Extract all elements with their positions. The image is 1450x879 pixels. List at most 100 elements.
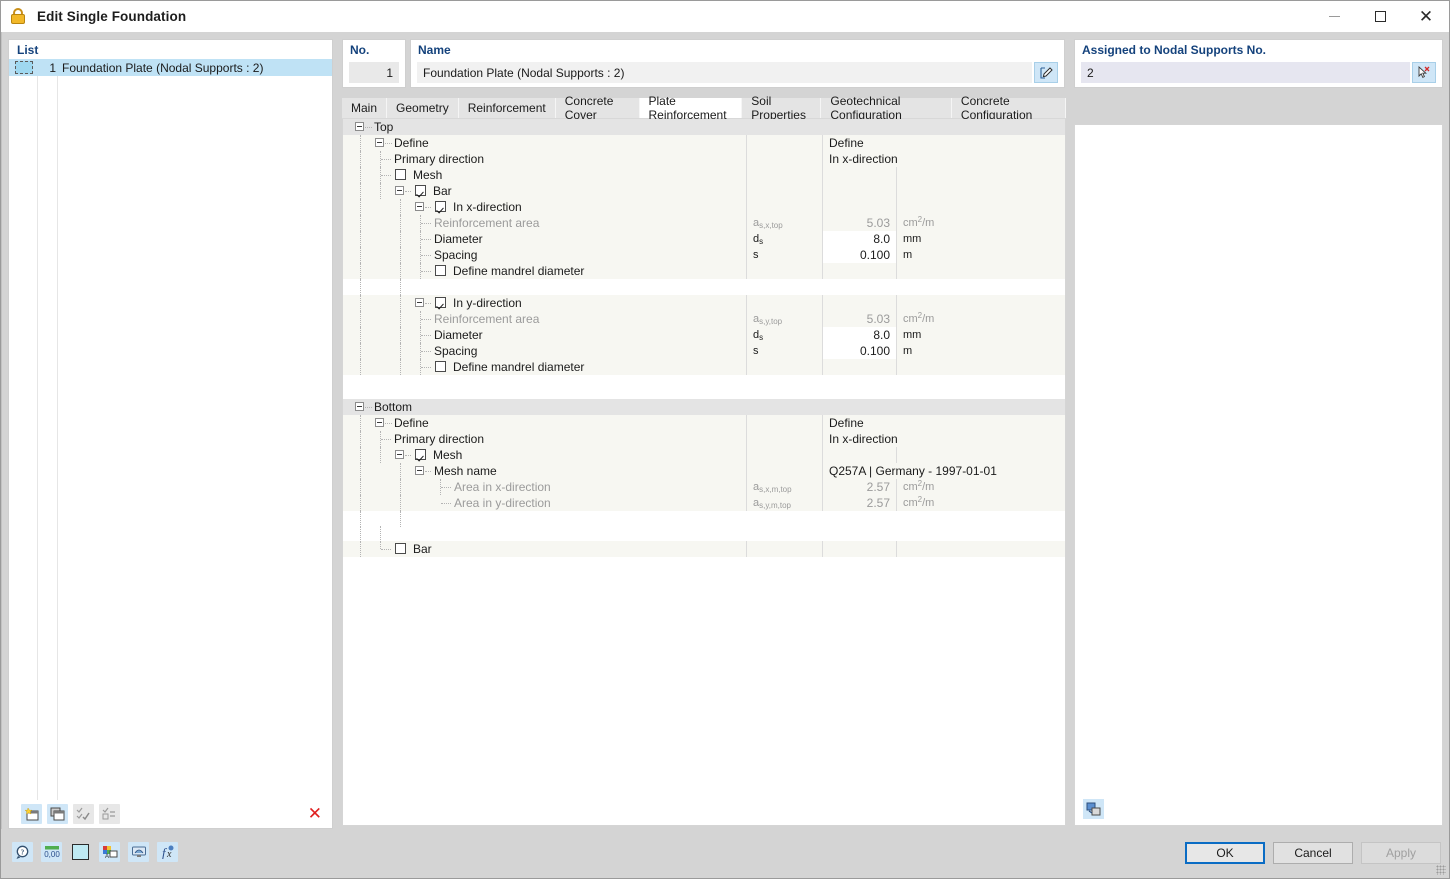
delete-item-button[interactable]: ✕ <box>308 804 322 824</box>
spacing-input[interactable]: 0.100 <box>822 247 896 263</box>
x-direction-checkbox[interactable] <box>435 201 446 212</box>
tree-row-top-group[interactable]: Top <box>343 119 1065 135</box>
tree-cell-value <box>822 199 896 215</box>
tree-row-bottom-primary-direction[interactable]: Primary direction In x-direction <box>343 431 1065 447</box>
visual-settings-icon[interactable] <box>128 842 149 862</box>
tree-cell-value: 2.57 <box>822 495 896 511</box>
tree-row-top-x-direction[interactable]: In x-direction <box>343 199 1065 215</box>
color-swatch-icon[interactable] <box>70 842 91 862</box>
tree-row-bottom-group[interactable]: Bottom <box>343 399 1065 415</box>
tab-geotechnical-configuration[interactable]: Geotechnical Configuration <box>821 94 952 122</box>
render-settings-icon[interactable] <box>1083 799 1104 819</box>
tree-cell-unit: cm 2/m <box>896 479 1063 495</box>
bar-checkbox[interactable] <box>415 185 426 196</box>
units-decimal-places-icon[interactable]: 0,00 <box>41 842 62 862</box>
list-item-label: Foundation Plate (Nodal Supports : 2) <box>62 60 264 75</box>
collapse-icon[interactable] <box>395 186 404 195</box>
mesh-name-value[interactable]: Q257A | Germany - 1997-01-01 <box>822 463 1065 479</box>
tree-row-bottom-bar[interactable]: Bar <box>343 541 1065 557</box>
tree-cell-value: 5.03 <box>822 215 896 231</box>
edit-name-icon[interactable] <box>1034 62 1058 83</box>
tree-cell-value[interactable]: In x-direction <box>822 151 1065 167</box>
formula-icon[interactable]: fx <box>157 842 178 862</box>
tree-row-top-y-spacing[interactable]: Spacing s 0.100 m <box>343 343 1065 359</box>
mesh-checkbox[interactable] <box>415 449 426 460</box>
tab-concrete-cover[interactable]: Concrete Cover <box>555 94 640 122</box>
diameter-input[interactable]: 8.0 <box>822 231 896 247</box>
name-input[interactable]: Foundation Plate (Nodal Supports : 2) <box>417 62 1032 83</box>
tab-concrete-configuration[interactable]: Concrete Configuration <box>951 94 1066 122</box>
tree-cell-label: Define <box>343 415 746 431</box>
tree-row-top-x-diameter[interactable]: Diameter ds 8.0 mm <box>343 231 1065 247</box>
tree-row-bottom-mesh-name[interactable]: Mesh name Q257A | Germany - 1997-01-01 <box>343 463 1065 479</box>
tree-row-bottom-mesh[interactable]: Mesh <box>343 447 1065 463</box>
collapse-icon[interactable] <box>415 298 424 307</box>
display-properties-icon[interactable]: A <box>99 842 120 862</box>
collapse-icon[interactable] <box>355 402 364 411</box>
tree-cell-symbol: ds <box>746 327 822 343</box>
tree-row-top-y-direction[interactable]: In y-direction <box>343 295 1065 311</box>
tree-row-top-y-mandrel[interactable]: Define mandrel diameter <box>343 359 1065 375</box>
copy-item-icon[interactable] <box>47 804 68 824</box>
tree-row-top-x-spacing[interactable]: Spacing s 0.100 m <box>343 247 1065 263</box>
tree-cell-label: Diameter <box>343 327 746 343</box>
assigned-input[interactable]: 2 <box>1081 62 1410 83</box>
area-x-label: Area in x-direction <box>454 480 551 494</box>
item-color-swatch[interactable] <box>15 61 33 74</box>
tab-geometry[interactable]: Geometry <box>387 98 459 118</box>
mesh-checkbox[interactable] <box>395 169 406 180</box>
collapse-icon[interactable] <box>395 450 404 459</box>
bar-checkbox[interactable] <box>395 543 406 554</box>
pick-node-icon[interactable] <box>1412 62 1436 83</box>
collapse-icon[interactable] <box>415 466 424 475</box>
resize-grip[interactable] <box>1436 865 1446 875</box>
tree-cell-value[interactable]: Define <box>822 135 1065 151</box>
collapse-icon[interactable] <box>375 418 384 427</box>
new-item-icon[interactable] <box>21 804 42 824</box>
number-input[interactable]: 1 <box>349 62 399 83</box>
footer-toolbar: ? 0,00 A fx <box>12 842 178 862</box>
tree-cell-unit <box>896 263 1063 279</box>
tree-cell-value <box>822 447 896 463</box>
list-item[interactable]: 1 Foundation Plate (Nodal Supports : 2) <box>9 59 332 76</box>
list-column-divider-2 <box>57 59 58 801</box>
cancel-button[interactable]: Cancel <box>1273 842 1353 864</box>
tree-cell-symbol <box>746 415 822 431</box>
collapse-icon[interactable] <box>355 122 364 131</box>
tree-row-top-y-diameter[interactable]: Diameter ds 8.0 mm <box>343 327 1065 343</box>
tree-row-bottom-define[interactable]: Define Define <box>343 415 1065 431</box>
tree-cell-label <box>343 279 746 295</box>
mandrel-diameter-checkbox[interactable] <box>435 265 446 276</box>
title-bar: Edit Single Foundation ✕ <box>1 1 1449 32</box>
minimize-button[interactable] <box>1311 1 1357 32</box>
tab-plate-reinforcement[interactable]: Plate Reinforcement <box>639 94 743 122</box>
spacing-input[interactable]: 0.100 <box>822 343 896 359</box>
tree-cell-label <box>343 526 746 542</box>
tree-cell-value[interactable]: In x-direction <box>822 431 1065 447</box>
tree-row-top-x-mandrel[interactable]: Define mandrel diameter <box>343 263 1065 279</box>
collapse-icon[interactable] <box>415 202 424 211</box>
maximize-button[interactable] <box>1357 1 1403 32</box>
window-buttons: ✕ <box>1311 1 1449 32</box>
svg-text:?: ? <box>20 848 24 856</box>
tree-cell-value <box>822 359 896 375</box>
collapse-icon[interactable] <box>375 138 384 147</box>
help-icon[interactable]: ? <box>12 842 33 862</box>
close-button[interactable]: ✕ <box>1403 1 1449 32</box>
tree-cell-label: Reinforcement area <box>343 311 746 327</box>
mandrel-diameter-checkbox[interactable] <box>435 361 446 372</box>
tree-cell-value[interactable]: Define <box>822 415 1065 431</box>
tab-reinforcement[interactable]: Reinforcement <box>458 98 556 118</box>
tree-row-top-primary-direction[interactable]: Primary direction In x-direction <box>343 151 1065 167</box>
y-direction-checkbox[interactable] <box>435 297 446 308</box>
tab-soil-properties[interactable]: Soil Properties <box>742 94 822 122</box>
tree-row-top-bar[interactable]: Bar <box>343 183 1065 199</box>
bar-label: Bar <box>433 184 452 198</box>
tab-main[interactable]: Main <box>342 98 388 118</box>
tree-row-top-mesh[interactable]: Mesh <box>343 167 1065 183</box>
ok-button[interactable]: OK <box>1185 842 1265 864</box>
diameter-input[interactable]: 8.0 <box>822 327 896 343</box>
graphics-preview-panel[interactable] <box>1074 124 1443 826</box>
x-direction-label: In x-direction <box>453 200 522 214</box>
tree-row-top-define[interactable]: Define Define <box>343 135 1065 151</box>
